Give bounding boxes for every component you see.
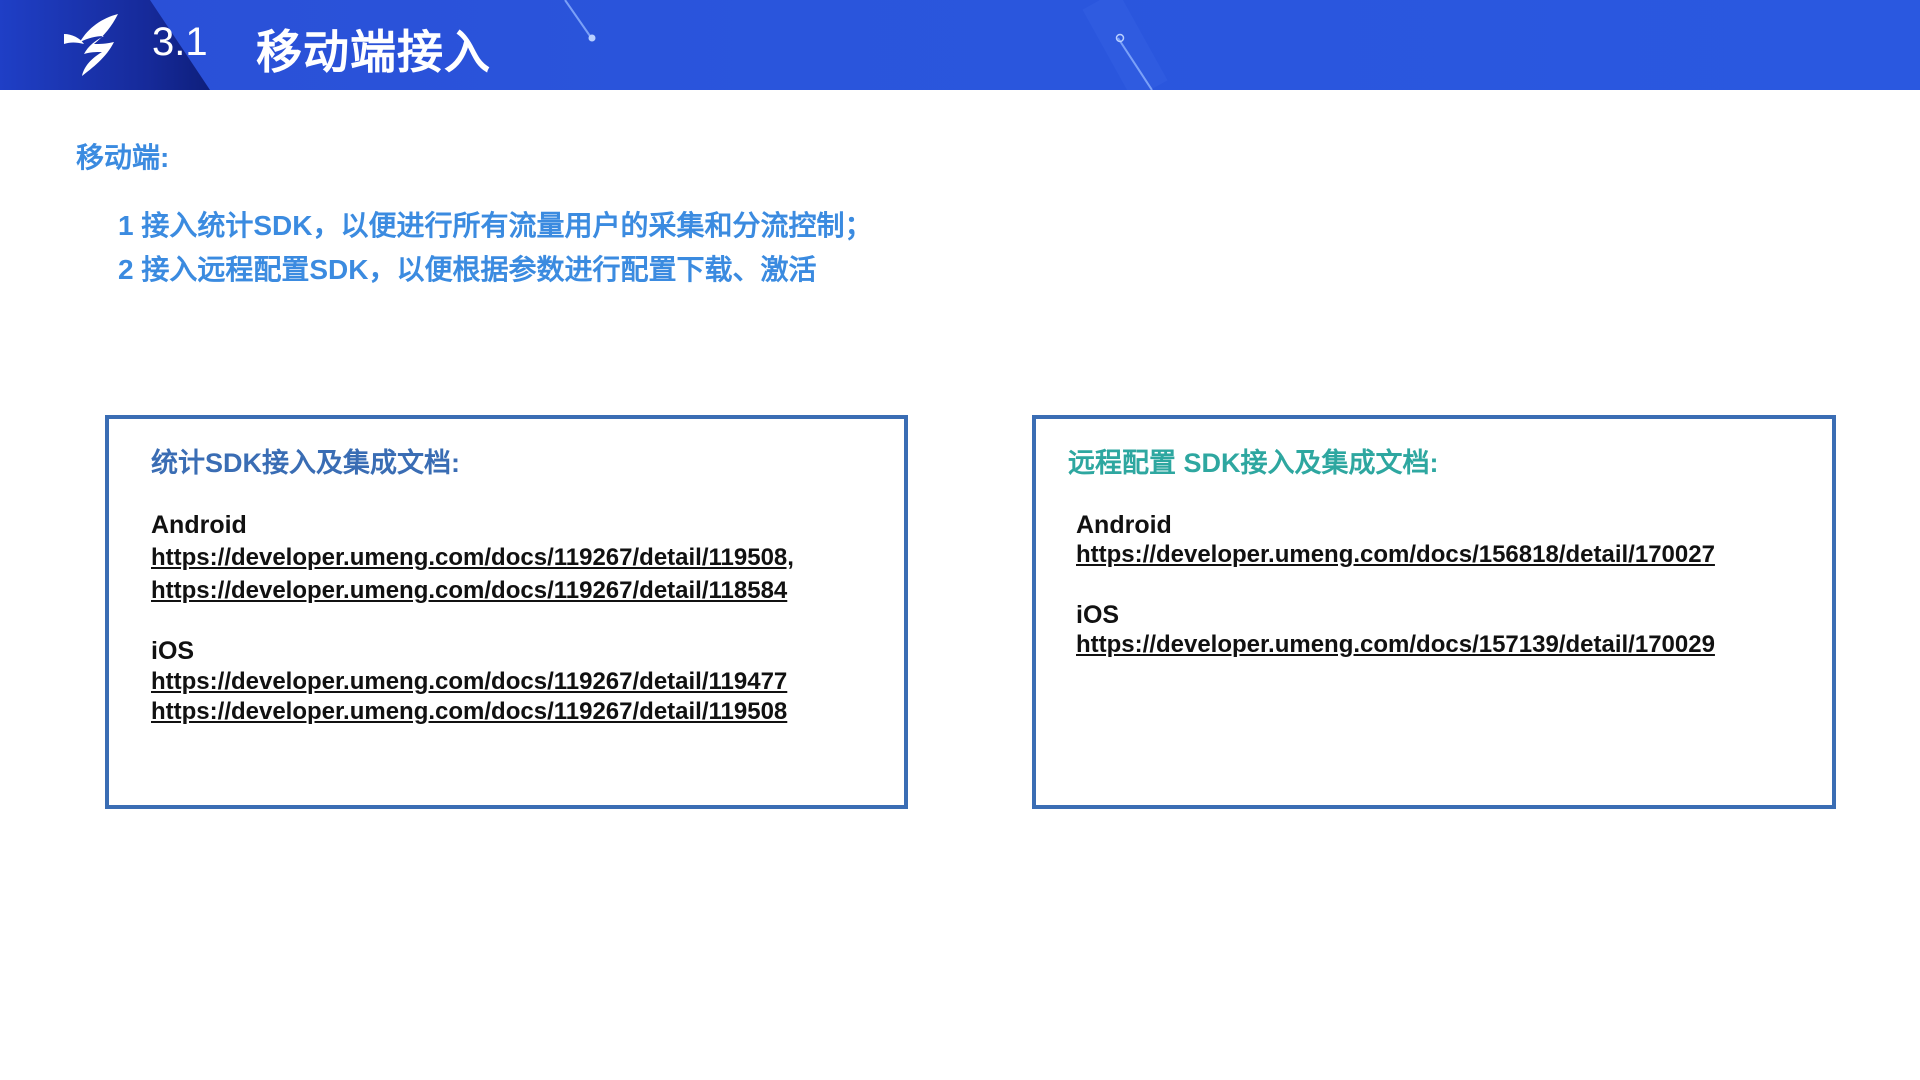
ios-doc-link[interactable]: https://developer.umeng.com/docs/119267/…: [151, 668, 787, 696]
android-doc-link[interactable]: https://developer.umeng.com/docs/119267/…: [151, 544, 794, 572]
ios-label: iOS: [1076, 601, 1120, 629]
android-doc-link[interactable]: https://developer.umeng.com/docs/156818/…: [1076, 541, 1715, 569]
section-number: 3.1: [152, 20, 208, 64]
header-bar: 3.1 移动端接入: [0, 0, 1920, 90]
remote-config-sdk-card: 远程配置 SDK接入及集成文档: Android https://develop…: [1032, 415, 1836, 809]
page-title: 移动端接入: [256, 26, 491, 78]
remote-config-card-title: 远程配置 SDK接入及集成文档:: [1068, 448, 1439, 478]
stats-sdk-card-title: 统计SDK接入及集成文档:: [151, 448, 460, 478]
bird-logo-icon: [64, 14, 118, 76]
android-label: Android: [151, 511, 247, 539]
stats-sdk-card: 统计SDK接入及集成文档: Android https://developer.…: [105, 415, 908, 809]
android-doc-link[interactable]: https://developer.umeng.com/docs/119267/…: [151, 577, 787, 605]
ios-doc-link[interactable]: https://developer.umeng.com/docs/157139/…: [1076, 631, 1715, 659]
point-item: 2 接入远程配置SDK，以便根据参数进行配置下载、激活: [118, 254, 817, 285]
ios-label: iOS: [151, 637, 195, 665]
point-item: 1 接入统计SDK，以便进行所有流量用户的采集和分流控制；: [118, 210, 873, 241]
ios-doc-link[interactable]: https://developer.umeng.com/docs/119267/…: [151, 698, 787, 726]
point-list: 1 接入统计SDK，以便进行所有流量用户的采集和分流控制； 2 接入远程配置SD…: [118, 204, 872, 292]
subheading: 移动端:: [76, 142, 170, 173]
android-label: Android: [1076, 511, 1172, 539]
